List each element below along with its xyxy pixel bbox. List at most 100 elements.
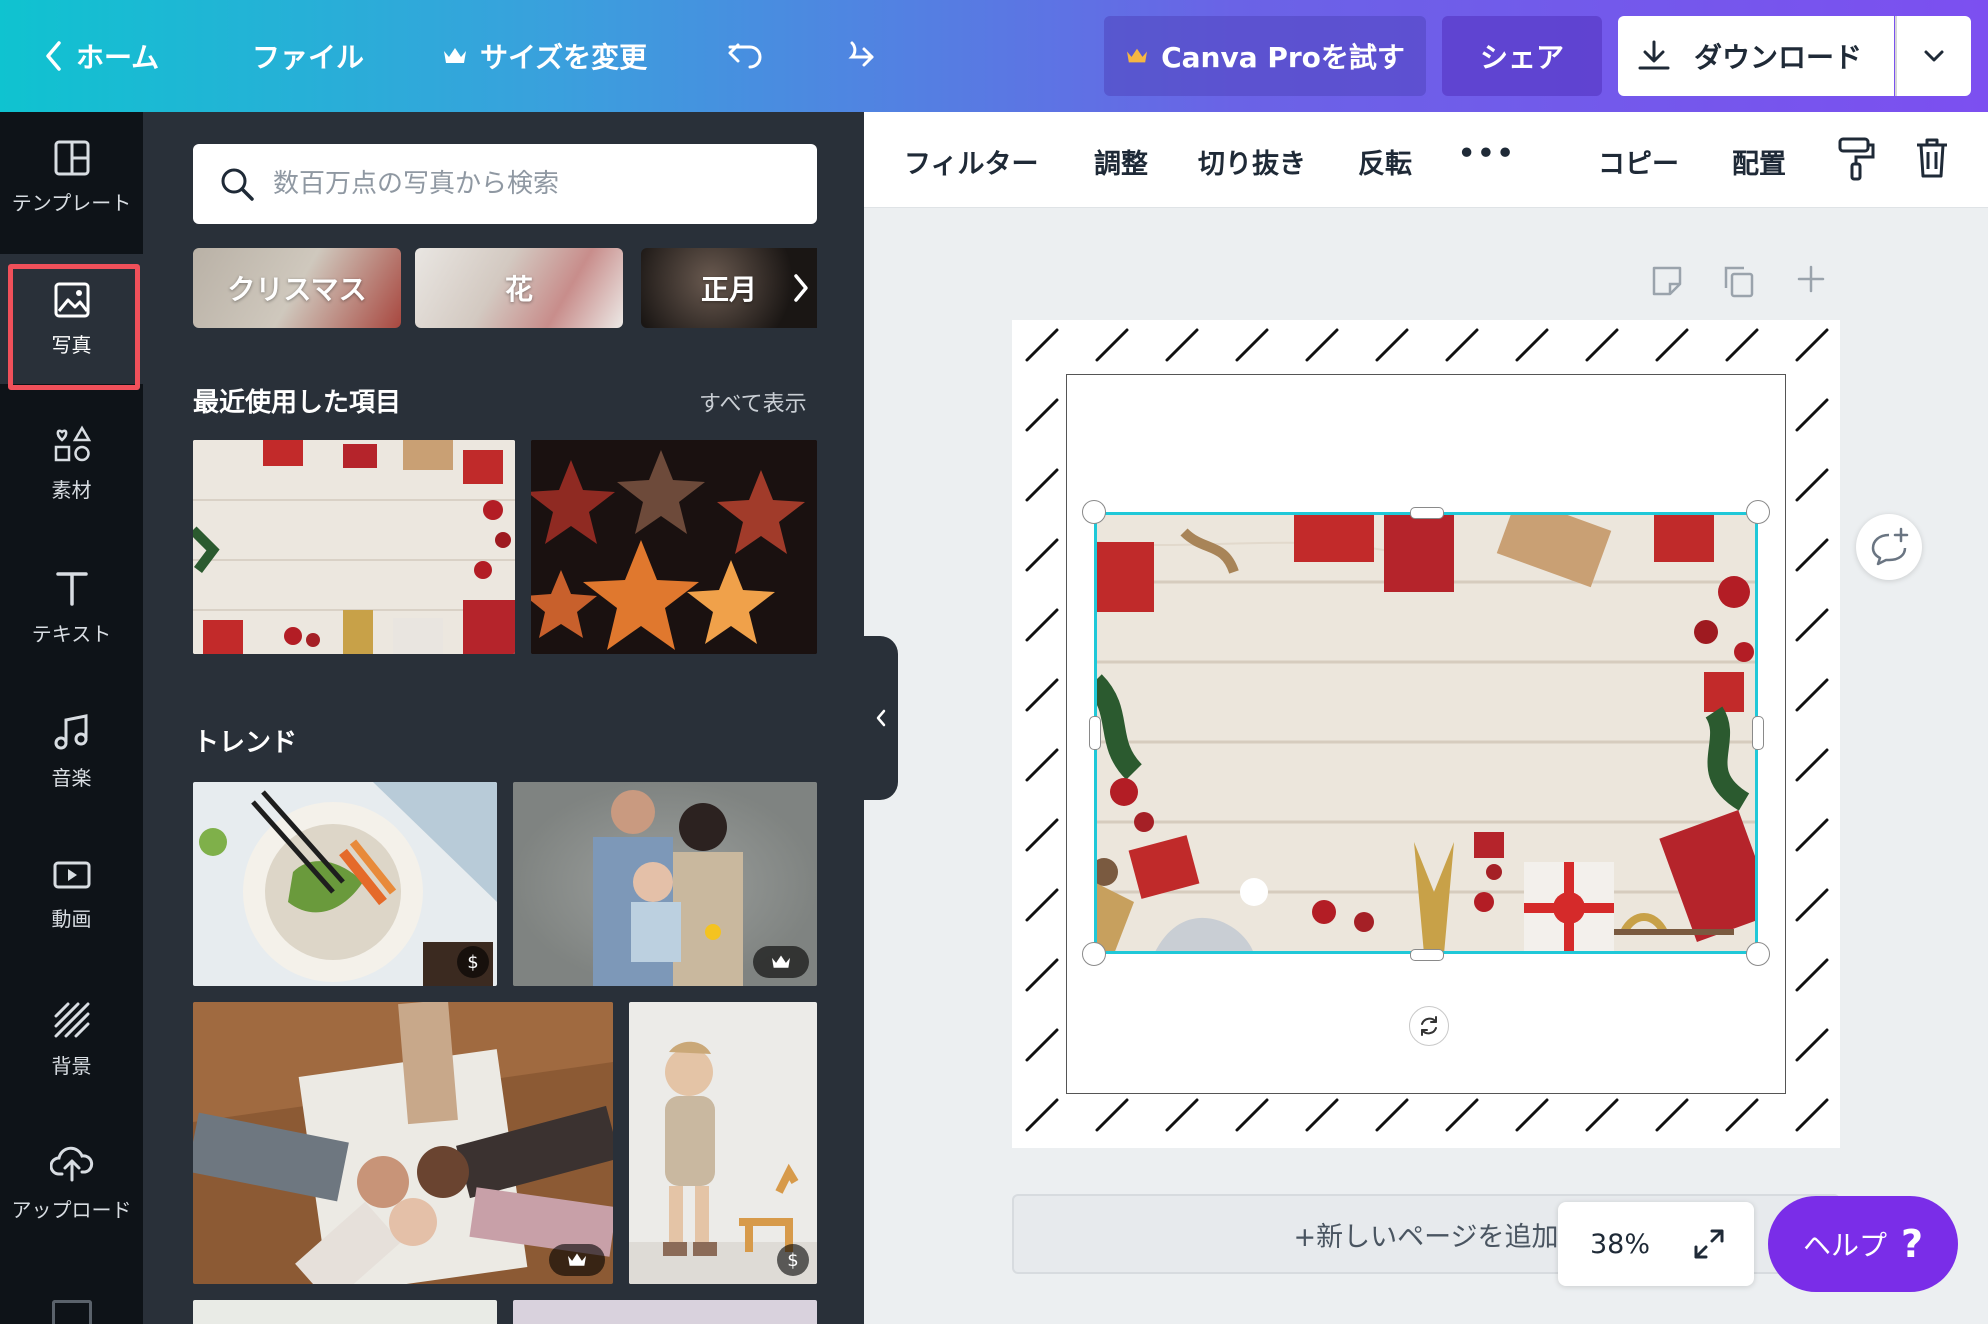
page-actions <box>1650 264 1686 300</box>
adjust-button[interactable]: 調整 <box>1094 142 1148 181</box>
chip-flowers[interactable]: 花 <box>415 248 623 328</box>
undo-button[interactable] <box>726 34 766 78</box>
resize-button[interactable]: サイズを変更 <box>442 34 647 78</box>
note-icon <box>1652 266 1682 296</box>
paid-badge: $ <box>457 946 489 978</box>
paid-badge: $ <box>777 1244 809 1276</box>
chip-christmas[interactable]: クリスマス <box>193 248 401 328</box>
add-page-icon-button[interactable] <box>1796 264 1826 294</box>
search-input[interactable] <box>273 169 793 199</box>
redo-button[interactable] <box>836 34 876 78</box>
flip-button[interactable]: 反転 <box>1358 142 1412 181</box>
redo-icon <box>848 41 874 67</box>
filter-button[interactable]: フィルター <box>904 142 1038 181</box>
trash-icon <box>1917 138 1947 178</box>
template-icon <box>54 140 89 175</box>
add-comment-button[interactable] <box>1856 514 1922 580</box>
resize-handle-top-left[interactable] <box>1082 500 1106 524</box>
copy-style-button[interactable] <box>1836 136 1876 186</box>
try-pro-button[interactable]: Canva Proを試す <box>1104 16 1426 96</box>
rail-item-upload[interactable]: アップロード <box>0 1118 143 1248</box>
elements-icon <box>54 425 91 461</box>
download-icon <box>1638 40 1670 70</box>
download-options-button[interactable] <box>1895 16 1971 96</box>
rail-item-label: アップロード <box>11 1197 132 1222</box>
recent-section-title: 最近使用した項目 <box>193 388 402 418</box>
zoom-control[interactable]: 38% <box>1558 1202 1754 1286</box>
chevron-down-icon <box>1924 50 1944 62</box>
rotate-icon <box>1421 1016 1437 1036</box>
resize-handle-bottom-left[interactable] <box>1082 942 1106 966</box>
see-all-link[interactable]: すべて表示 <box>699 386 807 418</box>
rotate-handle[interactable] <box>1409 1006 1449 1046</box>
trend-photo-teamwork-fists[interactable] <box>193 1002 613 1284</box>
search-icon <box>221 168 254 201</box>
undo-icon <box>728 43 762 69</box>
trend-photo-partial[interactable] <box>513 1300 817 1324</box>
star-lanterns-photo <box>531 440 817 654</box>
chevron-left-icon <box>876 709 886 727</box>
search-box[interactable] <box>193 144 817 224</box>
share-button[interactable]: シェア <box>1442 16 1602 96</box>
toddler-photo <box>629 1002 817 1284</box>
resize-handle-right[interactable] <box>1752 716 1764 750</box>
copy-button[interactable]: コピー <box>1598 142 1679 181</box>
rail-item-label: 音楽 <box>51 765 92 790</box>
chip-label: 正月 <box>700 273 757 306</box>
home-button[interactable]: ホーム <box>44 34 159 78</box>
delete-button[interactable] <box>1914 136 1950 184</box>
trend-photo-partial[interactable] <box>193 1300 497 1324</box>
rail-item-video[interactable]: 動画 <box>0 830 143 960</box>
rail-item-templates[interactable]: テンプレート <box>0 112 143 242</box>
top-bar: ホーム ファイル サイズを変更 Canva Proを試す シェア ダウンロード <box>0 0 1988 112</box>
file-menu[interactable]: ファイル <box>252 34 364 78</box>
christmas-frame-photo <box>193 440 515 654</box>
folder-icon <box>52 1300 92 1324</box>
file-label: ファイル <box>252 41 365 74</box>
note-button[interactable] <box>1650 264 1686 300</box>
resize-handle-bottom[interactable] <box>1410 949 1444 961</box>
rail-item-label: テキスト <box>31 621 112 646</box>
zoom-level: 38% <box>1590 1228 1651 1260</box>
premium-crown-badge <box>753 946 809 978</box>
chip-label: クリスマス <box>227 273 367 306</box>
rail-item-label: 素材 <box>51 477 92 502</box>
selection-outline <box>1094 512 1758 954</box>
share-label: シェア <box>1479 41 1564 74</box>
rail-item-background[interactable]: 背景 <box>0 974 143 1104</box>
help-question-icon: ? <box>1900 1222 1924 1266</box>
crown-icon <box>772 955 790 968</box>
help-button[interactable]: ヘルプ ? <box>1768 1196 1958 1292</box>
collapse-panel-button[interactable] <box>864 636 898 800</box>
rail-item-text[interactable]: テキスト <box>0 542 143 672</box>
trend-photo-food-bowl[interactable]: $ <box>193 782 497 986</box>
recent-photo-christmas-frame[interactable] <box>193 440 515 654</box>
position-button[interactable]: 配置 <box>1732 142 1786 181</box>
crown-icon <box>444 48 466 63</box>
download-label: ダウンロード <box>1694 41 1863 74</box>
chips-next-button[interactable] <box>785 262 817 314</box>
resize-handle-top[interactable] <box>1410 507 1444 519</box>
duplicate-page-button[interactable] <box>1722 264 1756 298</box>
try-pro-label: Canva Proを試す <box>1161 41 1405 74</box>
crown-icon <box>1127 48 1148 63</box>
add-page-label: +新しいページを追加 <box>1293 1221 1559 1253</box>
resize-handle-left[interactable] <box>1089 716 1101 750</box>
trend-photo-family[interactable] <box>513 782 817 986</box>
resize-handle-top-right[interactable] <box>1746 500 1770 524</box>
crop-button[interactable]: 切り抜き <box>1198 142 1306 181</box>
canva-editor: ホーム ファイル サイズを変更 Canva Proを試す シェア ダウンロード <box>0 0 1988 1324</box>
download-button[interactable]: ダウンロード <box>1618 16 1894 96</box>
resize-handle-bottom-right[interactable] <box>1746 942 1770 966</box>
food-bowl-photo <box>193 782 497 986</box>
expand-icon[interactable] <box>1692 1227 1726 1261</box>
recent-photo-star-lanterns[interactable] <box>531 440 817 654</box>
text-icon <box>55 571 88 606</box>
rail-item-music[interactable]: 音楽 <box>0 686 143 816</box>
photos-highlight-box <box>8 264 140 390</box>
rail-item-elements[interactable]: 素材 <box>0 398 143 528</box>
comment-add-icon <box>1871 527 1909 566</box>
more-button[interactable]: ••• <box>1458 138 1516 169</box>
trend-photo-toddler[interactable]: $ <box>629 1002 817 1284</box>
rail-item-label: 動画 <box>51 906 92 931</box>
